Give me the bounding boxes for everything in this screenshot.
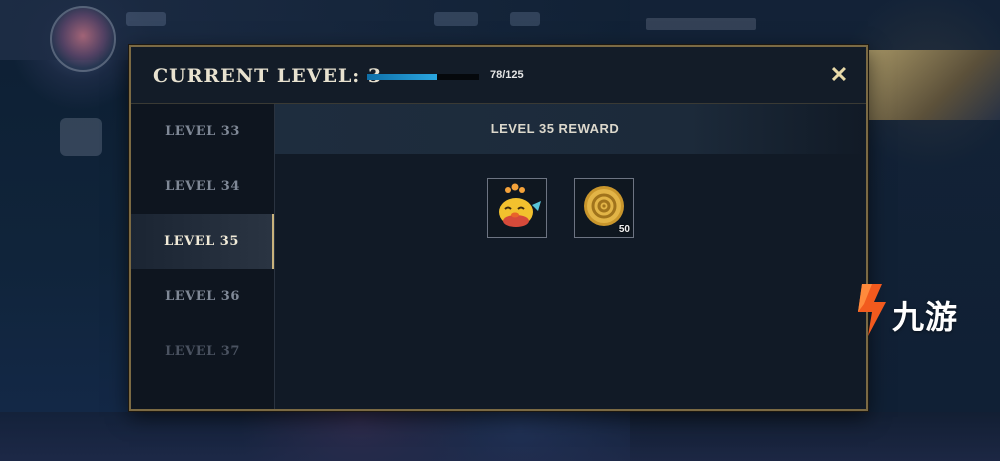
- xp-progress-fill: [367, 74, 437, 80]
- little-legend-chick-icon: [499, 183, 541, 227]
- level-item-35[interactable]: LEVEL 35: [131, 214, 274, 269]
- background-tab: [510, 12, 540, 26]
- background-side-icon: [60, 118, 102, 156]
- level-item-34[interactable]: LEVEL 34: [131, 159, 274, 214]
- reward-header: LEVEL 35 REWARD: [275, 104, 866, 154]
- level-item-37[interactable]: LEVEL 37: [131, 324, 274, 379]
- list-fade-overlay: [131, 372, 274, 409]
- level-list[interactable]: LEVEL 33 LEVEL 34 LEVEL 35 LEVEL 36 LEVE…: [131, 104, 275, 409]
- watermark-text: 九游: [892, 298, 959, 336]
- background-right-header: [646, 18, 756, 30]
- current-level-title: CURRENT LEVEL: 3: [153, 65, 383, 87]
- background-avatar: [50, 6, 116, 72]
- nine-game-logo-icon: [858, 284, 886, 336]
- xp-progress-bar: [367, 74, 479, 80]
- reward-quantity: 50: [618, 224, 630, 235]
- level-item-33[interactable]: LEVEL 33: [131, 104, 274, 159]
- background-tab: [126, 12, 166, 26]
- watermark: 九游: [848, 280, 973, 342]
- close-button[interactable]: ✕: [825, 61, 853, 89]
- background-banner: [866, 50, 1000, 120]
- reward-item-little-legend[interactable]: [487, 178, 547, 238]
- reward-title: LEVEL 35 REWARD: [490, 121, 620, 136]
- close-icon: ✕: [829, 62, 849, 87]
- level-rewards-modal: CURRENT LEVEL: 3 78/125 ✕ LEVEL 33 LEVEL…: [129, 45, 868, 411]
- background-tab: [434, 12, 478, 26]
- background-bottom-bar: [0, 412, 1000, 461]
- reward-item-coins[interactable]: 50: [574, 178, 634, 238]
- xp-progress-text: 78/125: [490, 69, 524, 81]
- level-item-36[interactable]: LEVEL 36: [131, 269, 274, 324]
- modal-header: CURRENT LEVEL: 3 78/125 ✕: [131, 47, 866, 104]
